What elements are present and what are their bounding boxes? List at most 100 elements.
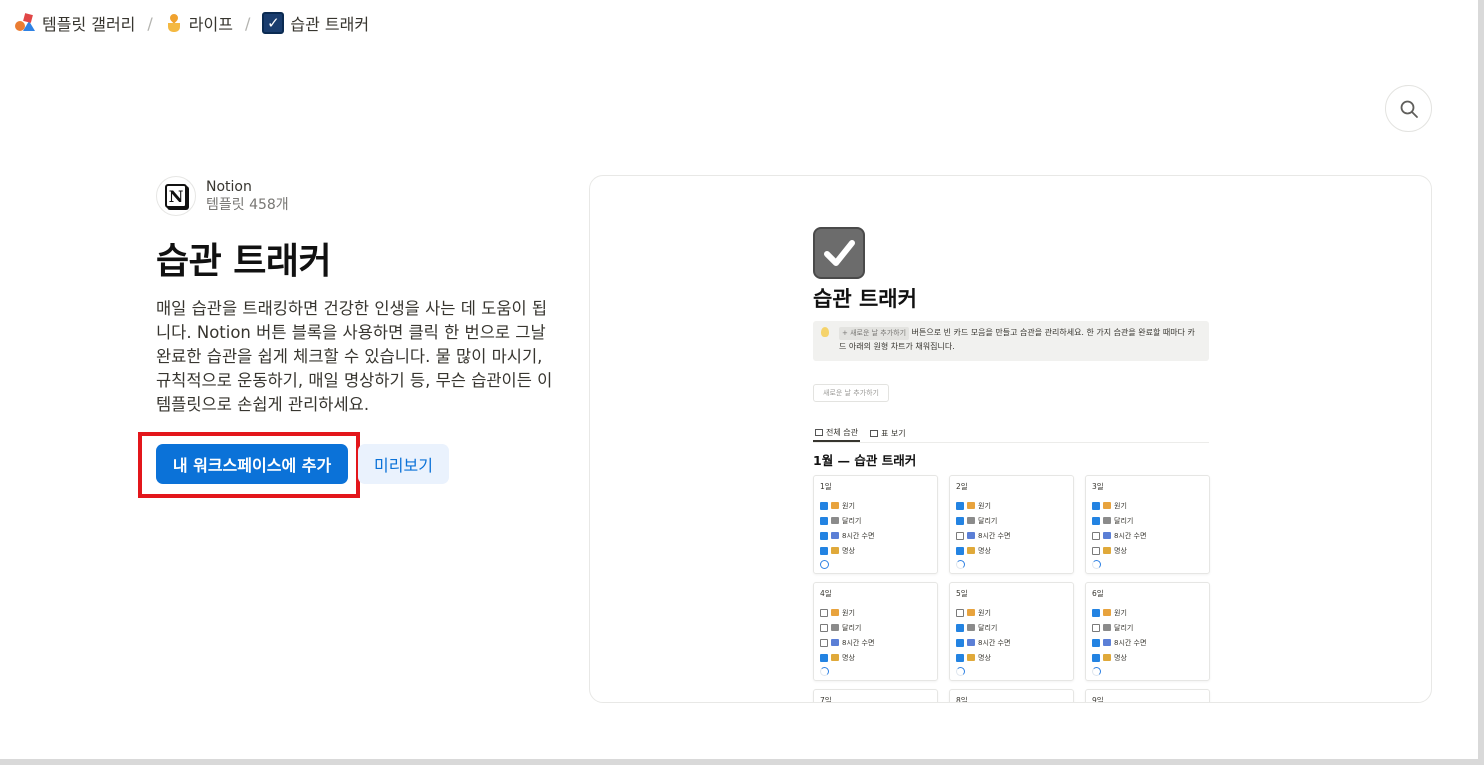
habit-checkbox[interactable]: [1092, 608, 1100, 617]
habit-card[interactable]: 4일원기 달리기 8시간 수면명상: [813, 582, 938, 681]
card-day: 9일: [1092, 696, 1104, 703]
habit-row: 명상: [956, 543, 1067, 558]
tab-table-view[interactable]: 표 보기: [868, 424, 908, 442]
habit-row: 원기: [820, 498, 931, 513]
habit-row: 원기: [1092, 498, 1203, 513]
creator-name: Notion: [206, 179, 252, 195]
habit-card[interactable]: 5일 원기 달리기 8시간 수면 명상: [949, 582, 1074, 681]
habit-checkbox[interactable]: [820, 531, 828, 540]
habit-row: 달리기: [820, 620, 931, 635]
habit-card[interactable]: 6일 원기 달리기 8시간 수면 명상: [1085, 582, 1210, 681]
lightbulb-icon: [821, 327, 829, 337]
breadcrumb-current[interactable]: ✓ 습관 트래커: [262, 11, 369, 35]
notion-logo: N: [156, 176, 196, 216]
habit-card[interactable]: 8일: [949, 689, 1074, 703]
preview-callout: + 새로운 날 추가하기 버튼으로 빈 카드 모음을 만들고 습관을 관리하세요…: [813, 321, 1209, 361]
habit-checkbox[interactable]: [820, 653, 828, 662]
habit-row: 명상: [1092, 543, 1203, 558]
habit-label: 명상: [978, 653, 991, 662]
habit-checkbox[interactable]: [1092, 501, 1100, 510]
card-day: 8일: [956, 696, 968, 703]
habit-card[interactable]: 9일: [1085, 689, 1210, 703]
habit-checkbox[interactable]: [956, 501, 964, 510]
habit-emoji-icon: [1103, 654, 1111, 661]
breadcrumb-category-label: 라이프: [188, 15, 233, 34]
habit-checkbox[interactable]: [956, 608, 964, 617]
habit-card[interactable]: 7일: [813, 689, 938, 703]
breadcrumb-category[interactable]: 라이프: [165, 11, 233, 35]
habit-label: 8시간 수면: [842, 638, 875, 647]
habit-checkbox[interactable]: [1092, 531, 1100, 540]
card-day: 7일: [820, 696, 832, 703]
habit-checkbox[interactable]: [956, 546, 964, 555]
habit-card[interactable]: 3일 원기 달리기 8시간 수면 명상: [1085, 475, 1210, 574]
progress-ring-icon: [956, 667, 965, 676]
template-preview[interactable]: 습관 트래커 + 새로운 날 추가하기 버튼으로 빈 카드 모음을 만들고 습관…: [589, 175, 1432, 703]
habit-checkbox[interactable]: [1092, 653, 1100, 662]
habit-label: 달리기: [1114, 516, 1134, 525]
page-title: 습관 트래커: [156, 241, 332, 282]
habit-checkbox[interactable]: [820, 546, 828, 555]
gallery-view-icon: [815, 428, 823, 436]
habit-emoji-icon: [831, 532, 839, 539]
habit-checkbox[interactable]: [956, 653, 964, 662]
breadcrumb-gallery[interactable]: 템플릿 갤러리: [14, 11, 135, 35]
breadcrumb-gallery-label: 템플릿 갤러리: [42, 15, 136, 34]
habit-checkbox[interactable]: [1092, 623, 1100, 632]
habit-label: 달리기: [842, 516, 862, 525]
creator-info[interactable]: N Notion 템플릿 458개: [156, 176, 289, 216]
habit-emoji-icon: [967, 502, 975, 509]
add-to-workspace-button[interactable]: 내 워크스페이스에 추가: [156, 444, 348, 484]
habit-checkbox[interactable]: [820, 638, 828, 647]
habit-emoji-icon: [1103, 502, 1111, 509]
habit-emoji-icon: [1103, 639, 1111, 646]
tab-label: 표 보기: [880, 428, 906, 438]
habit-checkbox[interactable]: [956, 516, 964, 525]
preview-tabs: 전체 습관 표 보기: [813, 424, 1209, 443]
habit-row: 8시간 수면: [1092, 635, 1203, 650]
notion-logo-icon: N: [165, 184, 187, 208]
habit-checkbox[interactable]: [1092, 638, 1100, 647]
breadcrumb-separator: /: [244, 13, 251, 33]
habit-label: 명상: [842, 546, 855, 555]
habit-checkbox[interactable]: [820, 501, 828, 510]
habit-label: 8시간 수면: [842, 531, 875, 540]
habit-row: 달리기: [1092, 513, 1203, 528]
habit-row: 명상: [820, 650, 931, 665]
habit-row: 달리기: [1092, 620, 1203, 635]
habit-checkbox[interactable]: [820, 608, 828, 617]
search-button[interactable]: [1385, 85, 1432, 132]
breadcrumb-current-label: 습관 트래커: [290, 15, 370, 34]
progress-ring-icon: [1092, 667, 1101, 676]
habit-emoji-icon: [831, 502, 839, 509]
progress-ring-icon: [1092, 560, 1101, 569]
habit-emoji-icon: [831, 609, 839, 616]
checkbox-icon: ✓: [262, 12, 285, 34]
search-icon: [1400, 100, 1418, 118]
habit-checkbox[interactable]: [956, 531, 964, 540]
card-day: 4일: [820, 589, 832, 598]
habit-card[interactable]: 1일 원기 달리기 8시간 수면 명상: [813, 475, 938, 574]
habit-emoji-icon: [967, 624, 975, 631]
habit-emoji-icon: [831, 547, 839, 554]
habit-row: 달리기: [820, 513, 931, 528]
habit-card[interactable]: 2일 원기 달리기 8시간 수면 명상: [949, 475, 1074, 574]
preview-button[interactable]: 미리보기: [358, 444, 449, 484]
habit-row: 명상: [820, 543, 931, 558]
habit-label: 8시간 수면: [1114, 638, 1147, 647]
habit-checkbox[interactable]: [1092, 546, 1100, 555]
tab-all-habits[interactable]: 전체 습관: [813, 424, 860, 442]
habit-label: 달리기: [1114, 623, 1134, 632]
creator-template-count: 템플릿 458개: [206, 197, 289, 213]
habit-checkbox[interactable]: [956, 638, 964, 647]
habit-checkbox[interactable]: [956, 623, 964, 632]
habit-row: 원기: [820, 605, 931, 620]
habit-checkbox[interactable]: [820, 623, 828, 632]
habit-emoji-icon: [1103, 609, 1111, 616]
habit-emoji-icon: [967, 547, 975, 554]
card-day: 2일: [956, 482, 968, 491]
habit-checkbox[interactable]: [820, 516, 828, 525]
new-day-button[interactable]: 새로운 날 추가하기: [813, 384, 889, 402]
habit-checkbox[interactable]: [1092, 516, 1100, 525]
card-day: 3일: [1092, 482, 1104, 491]
